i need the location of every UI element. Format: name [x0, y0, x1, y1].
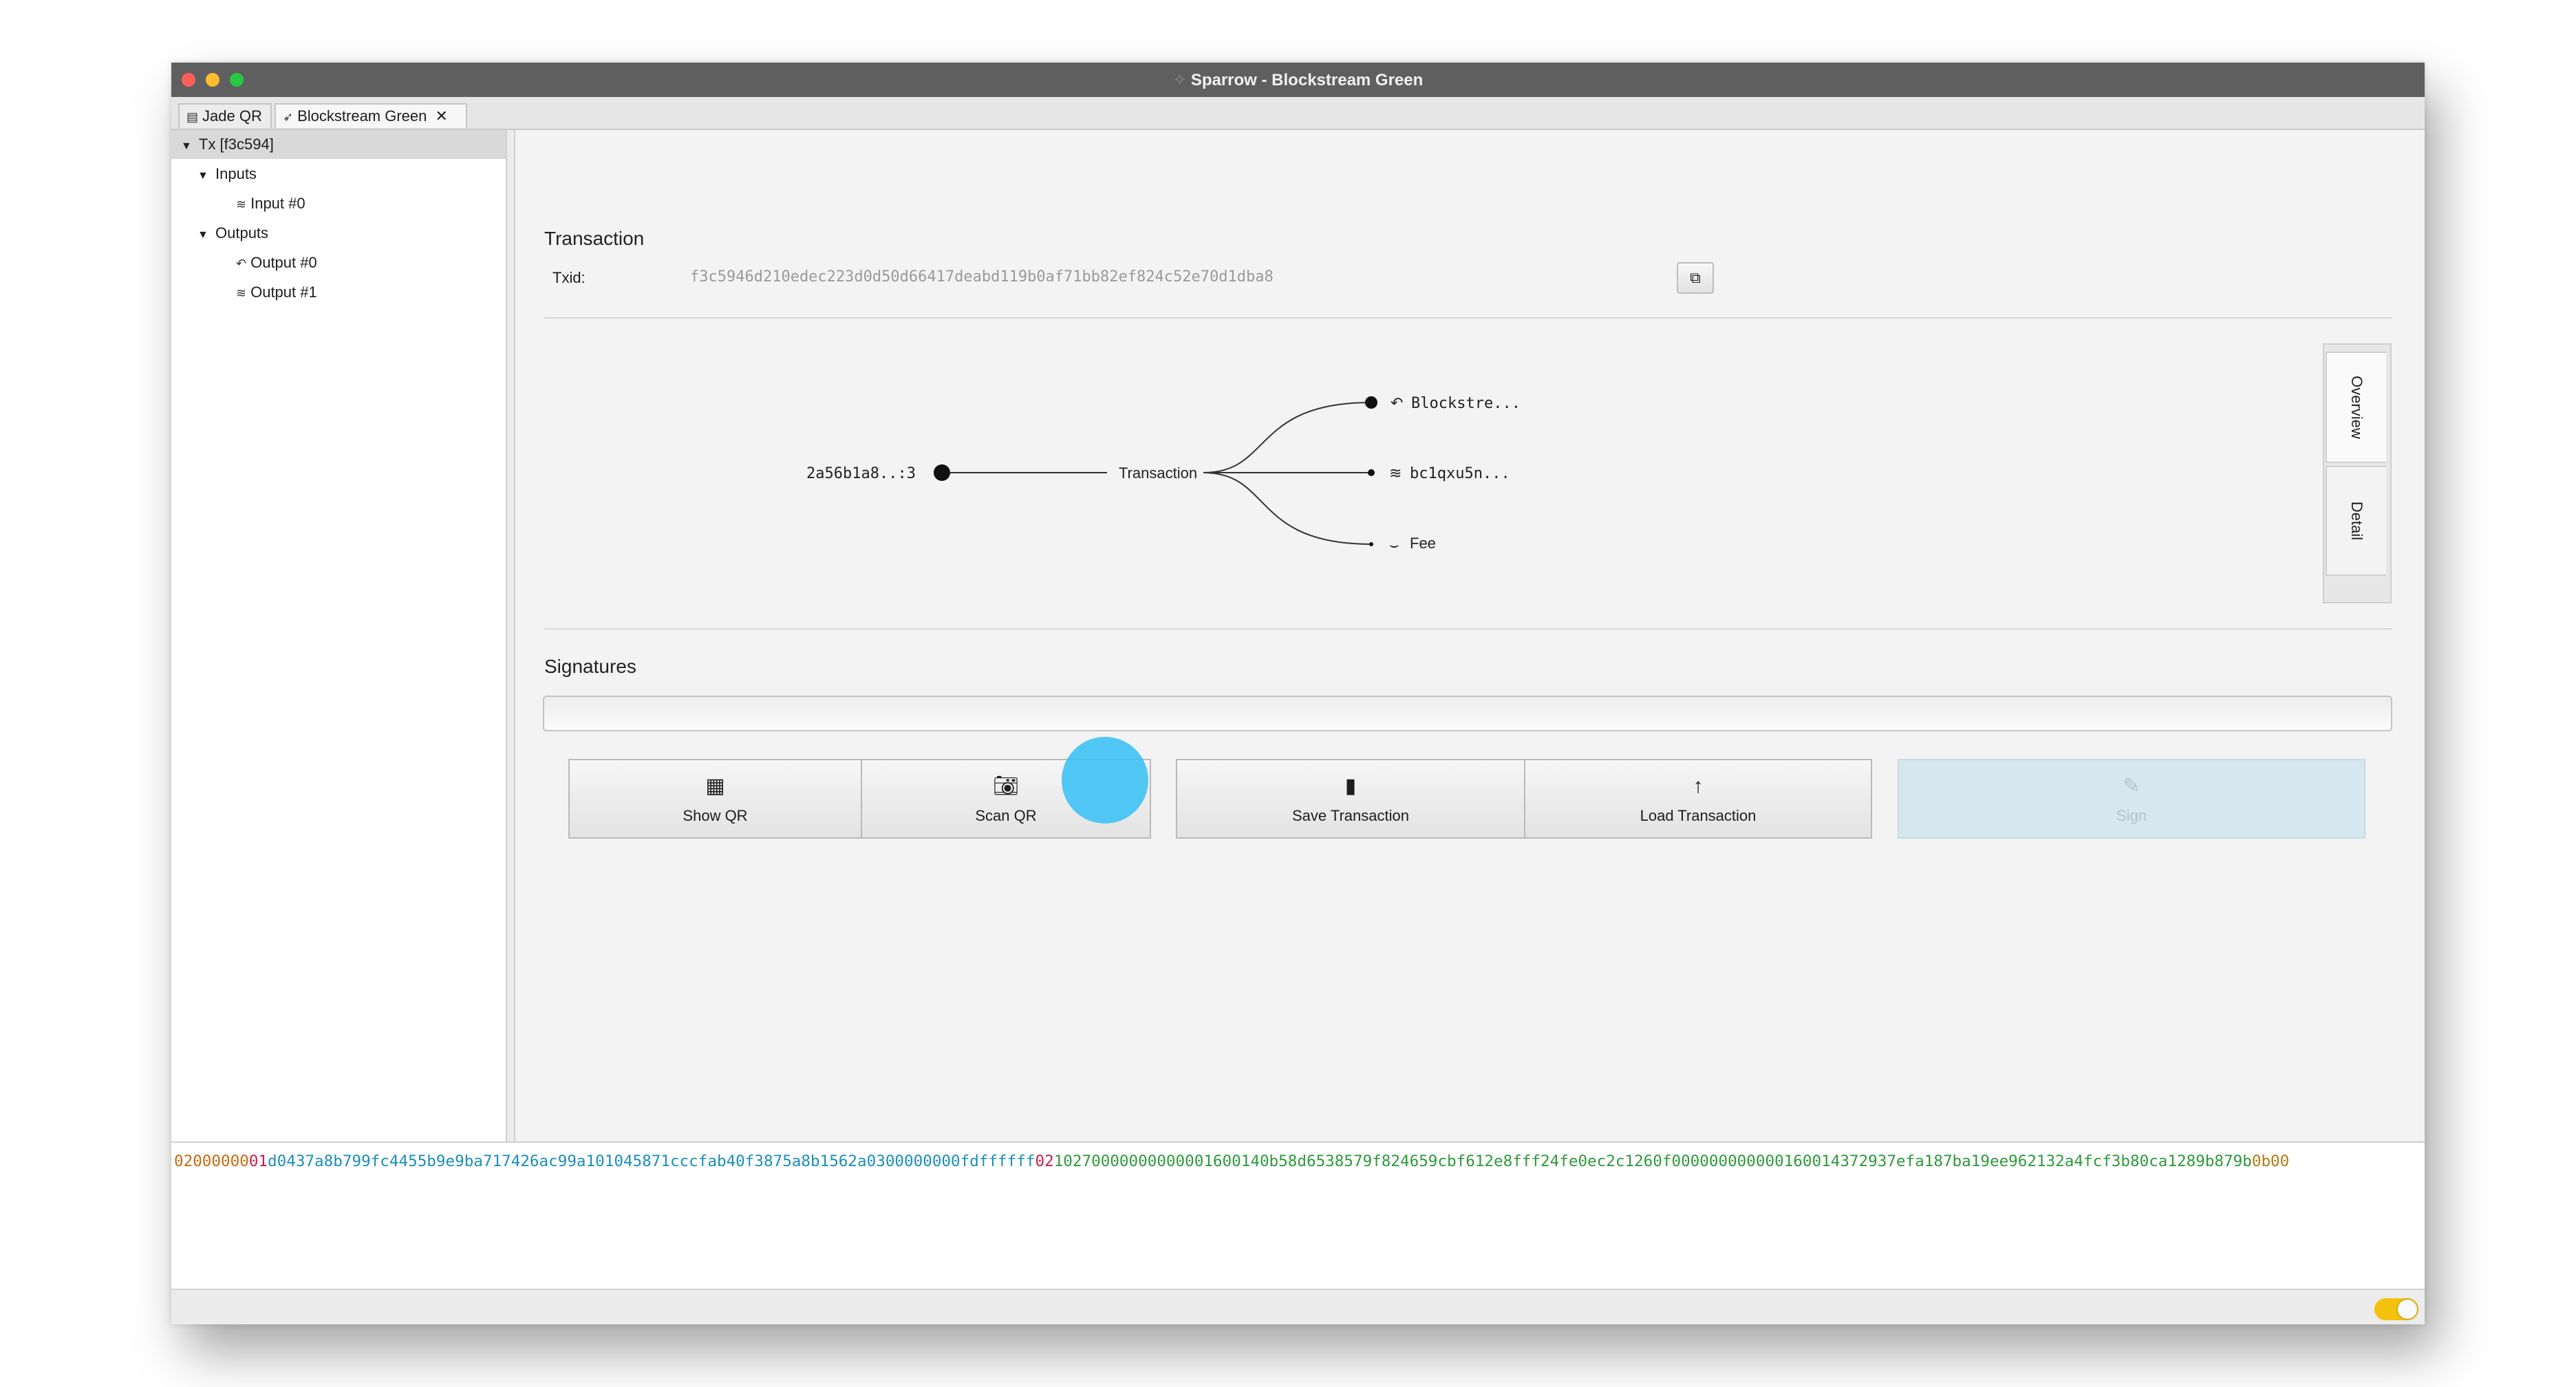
signatures-progress-bar: [543, 696, 2392, 731]
input-label: 2a56b1a8..:3: [806, 465, 916, 482]
hex-input-count: 01: [248, 1152, 268, 1170]
input-node: [934, 464, 950, 481]
hex-outputs: 1027000000000000160014: [1053, 1152, 1260, 1170]
coins-icon: ≋: [236, 286, 247, 300]
send-icon: ➶: [283, 110, 294, 124]
tab-close-icon[interactable]: ✕: [436, 107, 448, 125]
hex-outputs-2: 0b58d6538579f824659cbf612e8fff24fe0ec2c1…: [1259, 1152, 1831, 1170]
output-path-0: [1203, 402, 1372, 473]
tree-item-outputs[interactable]: ▼ Outputs: [197, 219, 268, 248]
transaction-panel: Transaction Txid: f3c5946d210edec223d0d5…: [515, 130, 2425, 1141]
load-transaction-button[interactable]: ↑ Load Transaction: [1524, 759, 1872, 839]
tree-item-output-0[interactable]: ↶ Output #0: [236, 248, 317, 277]
split-pane-divider[interactable]: [507, 130, 515, 1141]
tab-bar: ▤ Jade QR ➶ Blockstream Green ✕: [171, 97, 2425, 130]
coins-icon: ≋: [236, 197, 247, 211]
save-transaction-button[interactable]: ▮ Save Transaction: [1176, 759, 1525, 839]
arrow-up-icon: ↑: [1693, 775, 1704, 797]
status-bar: [171, 1289, 2425, 1324]
transaction-node-label: Transaction: [1119, 464, 1197, 482]
output-node-1: [1368, 469, 1375, 476]
expand-arrow-icon[interactable]: ▼: [181, 132, 199, 161]
output-label-fee: Fee: [1410, 535, 1436, 552]
tree-label: Outputs: [215, 224, 269, 241]
tree-label: Output #1: [250, 283, 317, 301]
qr-code-icon: ▦: [705, 775, 725, 797]
tree-label: Tx [f3c594]: [199, 136, 274, 153]
tab-overview-label: Overview: [2348, 376, 2365, 439]
show-qr-button[interactable]: ▦ Show QR: [568, 759, 861, 839]
expand-arrow-icon[interactable]: ▼: [197, 221, 215, 250]
window-title-text: Sparrow - Blockstream Green: [1190, 71, 1424, 89]
tree-label: Inputs: [215, 165, 257, 182]
hex-version: 02000000: [174, 1152, 249, 1170]
app-window: ✧ Sparrow - Blockstream Green ▤ Jade QR ➶ B…: [171, 63, 2425, 1324]
tab-detail-label: Detail: [2348, 501, 2365, 541]
reply-all-icon: ↶: [1391, 395, 1403, 412]
pen-icon: ✎: [2123, 775, 2140, 797]
hex-text[interactable]: 0200000001d0437a8b799fc4455b9e9ba717426a…: [174, 1152, 2289, 1170]
click-indicator: [1062, 737, 1148, 824]
tree-item-input-0[interactable]: ≋ Input #0: [236, 189, 305, 218]
tab-jade-qr[interactable]: ▤ Jade QR: [178, 103, 272, 128]
expand-arrow-icon[interactable]: ▼: [197, 162, 215, 191]
tree-label: Input #0: [250, 195, 305, 212]
hex-outputs-3: 4372937efa187ba19ee962132a4fcf3b80ca1289…: [1830, 1152, 2252, 1170]
tree-item-inputs[interactable]: ▼ Inputs: [197, 160, 257, 189]
server-toggle[interactable]: [2374, 1298, 2418, 1320]
hex-output-count: 02: [1035, 1152, 1054, 1170]
sd-card-icon: ▮: [1344, 775, 1357, 797]
title-bar: ✧ Sparrow - Blockstream Green: [171, 63, 2425, 97]
fee-leaf-icon: ⌣: [1389, 537, 1399, 554]
tree-item-output-1[interactable]: ≋ Output #1: [236, 278, 317, 307]
wallet-icon: ▤: [186, 110, 199, 124]
tree-label: Output #0: [250, 254, 317, 271]
signatures-heading: Signatures: [544, 656, 636, 677]
toggle-knob: [2398, 1300, 2417, 1319]
transaction-tree: [171, 130, 507, 1141]
tab-blockstream-green[interactable]: ➶ Blockstream Green ✕: [275, 103, 467, 128]
output-path-fee: [1203, 472, 1372, 545]
tab-detail[interactable]: Detail: [2326, 466, 2386, 576]
output-node-fee: [1369, 542, 1373, 546]
output-node-0: [1365, 396, 1377, 409]
hex-locktime: 0b00: [2251, 1152, 2290, 1170]
tab-label: Blockstream Green: [297, 107, 427, 125]
window-title: ✧ Sparrow - Blockstream Green: [171, 70, 2425, 90]
view-side-tabs: Overview Detail: [2323, 343, 2392, 603]
sign-label: Sign: [2116, 807, 2147, 824]
section-divider: [544, 628, 2392, 630]
tab-overview[interactable]: Overview: [2326, 352, 2386, 463]
show-qr-label: Show QR: [683, 807, 748, 824]
reply-all-icon: ↶: [236, 257, 247, 270]
save-transaction-label: Save Transaction: [1292, 807, 1409, 824]
coins-icon: ≋: [1389, 465, 1402, 482]
sign-button[interactable]: ✎ Sign: [1898, 759, 2365, 839]
output-label-1: bc1qxu5n...: [1410, 465, 1510, 482]
sparrow-logo-icon: ✧: [1172, 71, 1187, 89]
hex-inputs: d0437a8b799fc4455b9e9ba717426ac99a101045…: [268, 1152, 1035, 1170]
load-transaction-label: Load Transaction: [1640, 807, 1757, 824]
tree-item-tx[interactable]: ▼ Tx [f3c594]: [181, 130, 274, 159]
tab-label: Jade QR: [202, 107, 262, 125]
output-label-0: Blockstre...: [1411, 395, 1521, 412]
transaction-diagram: 2a56b1a8..:3 Transaction ↶ Blockstre... …: [806, 395, 1521, 554]
